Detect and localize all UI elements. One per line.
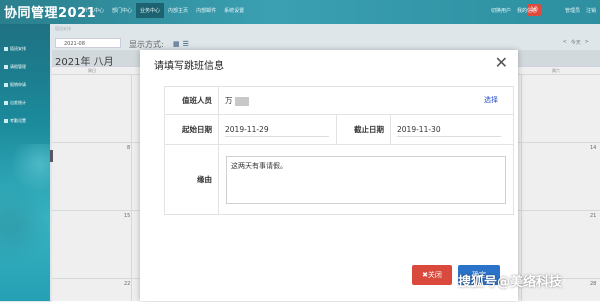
end-date-cell: 2019-11-30 [390, 114, 514, 145]
calendar-nav: < 今天 > [563, 39, 589, 46]
sidebar-decoration [0, 144, 50, 301]
topnav-settings[interactable]: 系统设置 [220, 7, 248, 18]
watermark: 搜狐号@美络科技 [458, 275, 563, 290]
my-info-link[interactable]: 我的信息 [517, 7, 537, 14]
calendar-toolbar: 2021-08 显示方式: ▦ ☰ < 今天 > [55, 38, 595, 50]
reason-label: 缘由 [164, 144, 219, 215]
topnav-home[interactable]: 内部主页 [164, 7, 192, 18]
list-icon [4, 119, 8, 123]
logout-link[interactable]: 注销 [586, 7, 596, 14]
sidebar-item-attendance[interactable]: 考勤设置 [4, 116, 48, 126]
calendar-view-icon[interactable]: ▦ [173, 40, 180, 48]
redacted-block [234, 96, 249, 106]
start-date-cell: 2019-11-29 [218, 114, 337, 145]
switch-user-link[interactable]: 切换用户 [491, 7, 511, 14]
shift-change-dialog: 请填写跳班信息 ✕ 值班人员 万 选择 起始日期 2019-11-29 截止日期… [140, 50, 518, 301]
list-icon [4, 101, 8, 105]
display-mode-label: 显示方式: [129, 40, 164, 49]
close-button[interactable]: ✖关闭 [412, 265, 452, 285]
view-icons: ▦ ☰ [173, 40, 189, 48]
reason-textarea[interactable]: 这两天有事请假。 [226, 155, 506, 204]
staff-value: 万 [225, 96, 233, 105]
month-picker[interactable]: 2021-08 [55, 38, 121, 48]
form-table: 值班人员 万 选择 起始日期 2019-11-29 截止日期 2019-11-3… [164, 86, 514, 215]
start-date-input[interactable]: 2019-11-29 [225, 123, 329, 137]
admin-link[interactable]: 管理员 [565, 7, 580, 14]
reason-cell: 这两天有事请假。 [218, 144, 514, 215]
top-nav: 个人中心 部门中心 业务中心 内部主页 内部邮件 系统设置 [80, 3, 248, 18]
list-icon [4, 65, 8, 69]
prev-month-button[interactable]: < [563, 39, 567, 46]
today-button[interactable]: 今天 [571, 39, 581, 46]
sidebar-item-duty[interactable]: 值班安排 [4, 44, 48, 54]
dialog-title: 请填写跳班信息 [154, 61, 224, 72]
select-staff-link[interactable]: 选择 [484, 95, 498, 105]
topnav-mail[interactable]: 内部邮件 [192, 7, 220, 18]
staff-cell: 万 选择 [218, 86, 514, 115]
topnav-business[interactable]: 业务中心 [136, 3, 165, 18]
sidebar-item-expense[interactable]: 报销申请 [4, 80, 48, 90]
end-date-input[interactable]: 2019-11-30 [397, 123, 501, 137]
topnav-department[interactable]: 部门中心 [108, 7, 136, 18]
list-view-icon[interactable]: ☰ [183, 40, 189, 48]
close-icon[interactable]: ✕ [495, 53, 508, 72]
start-date-label: 起始日期 [164, 114, 219, 145]
sidebar-item-leave[interactable]: 请假管理 [4, 62, 48, 72]
staff-label: 值班人员 [164, 86, 219, 115]
top-bar: 协同管理2021 个人中心 部门中心 业务中心 内部主页 内部邮件 系统设置 1… [0, 0, 600, 24]
next-month-button[interactable]: > [585, 39, 589, 46]
breadcrumb: 值班安排 [55, 26, 71, 31]
sidebar-item-trip[interactable]: 出差统计 [4, 98, 48, 108]
list-icon [4, 47, 8, 51]
top-right-menu: 切换用户 我的信息 管理员 注销 [491, 7, 596, 14]
list-icon [4, 83, 8, 87]
sidebar: 值班安排 请假管理 报销申请 出差统计 考勤设置 [0, 24, 50, 301]
topnav-personal[interactable]: 个人中心 [80, 7, 108, 18]
end-date-label: 截止日期 [336, 114, 391, 145]
